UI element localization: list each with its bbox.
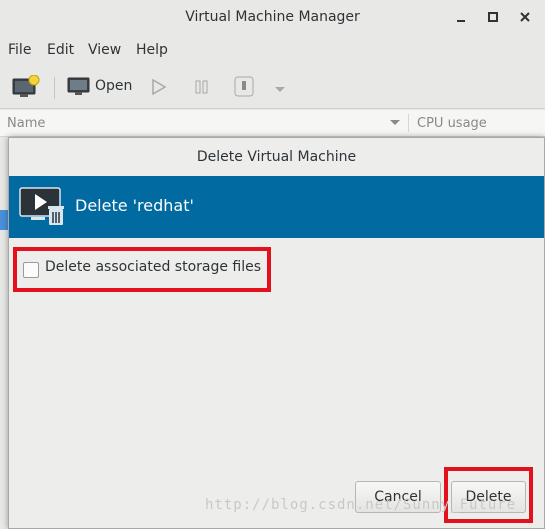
pause-icon xyxy=(195,80,208,94)
checkbox-highlight-annotation xyxy=(13,247,271,292)
column-cpu-usage[interactable]: CPU usage xyxy=(417,116,487,131)
column-name[interactable]: Name xyxy=(7,116,45,131)
selected-row-edge xyxy=(0,210,8,230)
maximize-button[interactable] xyxy=(484,8,502,26)
toolbar: Open xyxy=(0,66,545,109)
menubar: File Edit View Help xyxy=(0,38,545,64)
monitor-icon xyxy=(67,77,90,95)
menu-help[interactable]: Help xyxy=(136,42,168,58)
window-titlebar: Virtual Machine Manager xyxy=(0,0,545,36)
minimize-button[interactable] xyxy=(452,8,470,26)
open-label: Open xyxy=(95,78,133,94)
new-vm-button[interactable] xyxy=(12,74,40,103)
dialog-header-text: Delete 'redhat' xyxy=(75,196,194,215)
chevron-down-icon xyxy=(275,87,285,92)
play-icon xyxy=(152,78,167,96)
shutdown-menu-button[interactable] xyxy=(274,82,286,98)
run-button[interactable] xyxy=(150,78,168,100)
vm-list-header: Name CPU usage xyxy=(0,110,545,137)
watermark: http://blog.csdn.net/Sunny_Future xyxy=(205,497,517,513)
dialog-title: Delete Virtual Machine xyxy=(196,149,357,165)
sort-chevron-icon xyxy=(390,120,400,125)
close-button[interactable] xyxy=(516,8,534,26)
menu-view[interactable]: View xyxy=(88,42,121,58)
shutdown-icon xyxy=(234,76,254,97)
new-vm-icon xyxy=(12,74,40,97)
menu-edit[interactable]: Edit xyxy=(47,42,74,58)
shutdown-button[interactable] xyxy=(233,76,255,102)
pause-button[interactable] xyxy=(193,78,211,100)
close-icon xyxy=(520,12,530,22)
menu-file[interactable]: File xyxy=(8,42,31,58)
dialog-header-banner: Delete 'redhat' xyxy=(9,176,544,238)
column-divider xyxy=(408,114,409,132)
maximize-icon xyxy=(488,12,498,22)
vm-delete-icon xyxy=(19,187,64,225)
toolbar-separator xyxy=(54,77,55,99)
open-button[interactable]: Open xyxy=(67,75,135,99)
minimize-icon xyxy=(457,20,465,22)
delete-button-highlight-annotation xyxy=(444,467,533,523)
